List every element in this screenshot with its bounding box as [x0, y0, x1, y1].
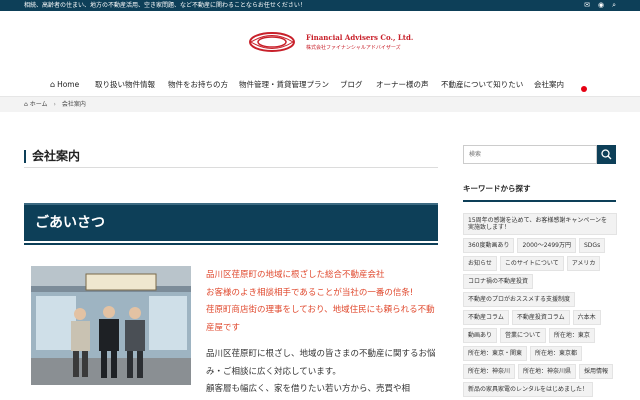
keyword-tag[interactable]: 2000～2499万円: [517, 238, 576, 253]
keyword-tag[interactable]: 所在地：東京・関東: [463, 346, 528, 361]
sidebar-search: [463, 145, 616, 164]
logo-subname: 株式会社ファイナンシャルアドバイザーズ: [306, 45, 401, 51]
highlight-line: 荏原町商店街の理事をしており、地域住民にも頼られる不動産屋です: [206, 305, 435, 333]
nav-label: 不動産について知りたい: [441, 80, 524, 89]
keyword-tag[interactable]: このサイトについて: [499, 256, 564, 271]
mail-icon[interactable]: ✉: [584, 0, 590, 11]
section-heading: ごあいさつ: [24, 203, 438, 245]
chevron-right-icon: ›: [53, 101, 56, 108]
search-input[interactable]: [463, 145, 597, 164]
staff-photo: [31, 266, 191, 385]
keyword-tag[interactable]: 採用情報: [579, 364, 614, 379]
nav-home-label: Home: [57, 80, 80, 89]
logo-name: Financial Advisers Co., Ltd.: [306, 33, 414, 42]
logo-emblem-icon: [249, 32, 295, 52]
breadcrumb: ⌂ ホーム › 会社案内: [0, 96, 640, 112]
keyword-tag[interactable]: 所在地：神奈川: [463, 364, 516, 379]
nav-label: 物件管理・賃貸管理プラン: [239, 80, 329, 89]
nav-label: 会社案内: [534, 80, 564, 89]
search-button[interactable]: [597, 145, 616, 164]
keyword-tag[interactable]: 所在地：東京: [548, 328, 595, 343]
search-icon[interactable]: ⌕: [612, 0, 616, 11]
keyword-tag[interactable]: 所在地：東京都: [530, 346, 583, 361]
highlight-text: 品川区荏原町の地域に根ざした総合不動産会社 お客様のよき相談相手であることが当社…: [206, 267, 436, 337]
search-icon: [601, 149, 612, 160]
highlight-line: お客様のよき相談相手であることが当社の一番の信条!: [206, 287, 414, 298]
highlight-line: 品川区荏原町の地域に根ざした総合不動産会社: [206, 270, 385, 280]
keyword-tag[interactable]: 所在地：神奈川県: [518, 364, 577, 379]
page-title: 会社案内: [24, 149, 438, 168]
keyword-tag[interactable]: 不動産のプロがおススメする支援制度: [463, 292, 576, 307]
nav-label: ブログ: [340, 80, 363, 89]
site-header: Financial Advisers Co., Ltd. 株式会社ファイナンシャ…: [0, 11, 640, 99]
keyword-tag[interactable]: 不動産投資コラム: [511, 310, 570, 325]
nav-label: 物件をお持ちの方: [168, 80, 228, 89]
keyword-tag[interactable]: 新品の家具家電のレンタルをはじめました！: [463, 382, 594, 397]
keyword-tag[interactable]: 六本木: [572, 310, 601, 325]
home-icon: ⌂: [50, 80, 56, 89]
language-flag-icon[interactable]: [581, 86, 587, 92]
body-paragraph: 顧客層も幅広く、家を借りたい若い方から、売買や相: [206, 384, 411, 394]
topbar-icons: ✉ ◉ ⌕: [584, 0, 616, 11]
keywords-title: キーワードから探す: [463, 183, 616, 202]
keyword-tags: 15周年の感謝を込めて、お客様感謝キャンペーンを実施致します！ 360度動画あり…: [463, 213, 619, 397]
breadcrumb-current: 会社案内: [61, 101, 86, 108]
site-logo[interactable]: Financial Advisers Co., Ltd. 株式会社ファイナンシャ…: [248, 31, 413, 53]
keyword-tag[interactable]: アメリカ: [566, 256, 601, 271]
keyword-tag[interactable]: 動画あり: [463, 328, 498, 343]
keyword-tag[interactable]: SDGs: [579, 238, 606, 253]
body-text: 品川区荏原町に根ざし、地域の皆さまの不動産に関するお悩み・ご相談に広く対応してい…: [206, 346, 438, 399]
rss-icon[interactable]: ◉: [598, 0, 604, 11]
announcement-text: 相続、高齢者の住まい、地方の不動産活用、空き家問題、など不動産に関わることならお…: [24, 2, 306, 9]
body-paragraph: 品川区荏原町に根ざし、地域の皆さまの不動産に関するお悩み・ご相談に広く対応してい…: [206, 349, 436, 377]
keyword-tag[interactable]: お知らせ: [463, 256, 497, 271]
keyword-tag[interactable]: 360度動画あり: [463, 238, 515, 253]
keyword-tag[interactable]: 不動産コラム: [463, 310, 509, 325]
keyword-tag[interactable]: コロナ禍の不動産投資: [463, 274, 534, 289]
breadcrumb-home[interactable]: ホーム: [30, 101, 48, 108]
keyword-tag[interactable]: 営業について: [500, 328, 546, 343]
top-announcement-bar: 相続、高齢者の住まい、地方の不動産活用、空き家問題、など不動産に関わることならお…: [0, 0, 640, 11]
nav-label: オーナー様の声: [376, 80, 429, 89]
home-icon: ⌂: [24, 101, 28, 108]
nav-label: 取り扱い物件情報: [95, 80, 155, 89]
keyword-tag[interactable]: 15周年の感謝を込めて、お客様感謝キャンペーンを実施致します！: [463, 213, 617, 235]
